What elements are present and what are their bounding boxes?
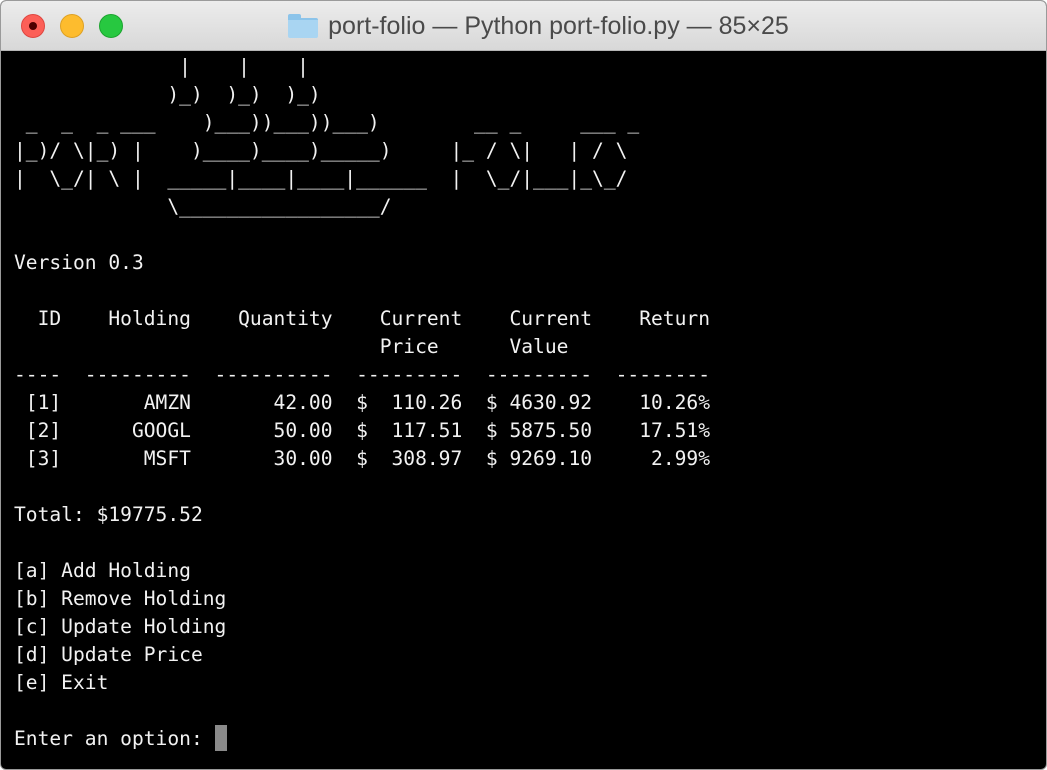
row-value: $ 4630.92 bbox=[485, 391, 593, 414]
row-return: 17.51% bbox=[615, 419, 711, 442]
window-title: port-folio — Python port-folio.py — 85×2… bbox=[328, 11, 789, 40]
banner-line: )_) )_) )_) bbox=[14, 83, 321, 106]
banner-line: \_________________/ bbox=[14, 195, 392, 218]
menu-item-exit: [e] Exit bbox=[14, 671, 109, 694]
row-price: $ 117.51 bbox=[356, 419, 463, 442]
table-header: ID Holding Quantity Current Current Retu… bbox=[14, 307, 710, 330]
terminal-output[interactable]: | | | )_) )_) )_) _ _ _ ___ )___))___))_… bbox=[14, 53, 1046, 769]
version-text: Version 0.3 bbox=[14, 251, 144, 274]
row-price: $ 110.26 bbox=[356, 391, 463, 414]
prompt-text: Enter an option: bbox=[14, 727, 215, 750]
row-return: 2.99% bbox=[615, 447, 711, 470]
table-row: [2] GOOGL 50.00 $ 117.51 $ 5875.50 17.51… bbox=[14, 417, 1046, 445]
text-cursor bbox=[214, 725, 227, 751]
row-id: [3] bbox=[14, 447, 62, 470]
folder-icon bbox=[288, 14, 319, 38]
row-value: $ 5875.50 bbox=[485, 419, 593, 442]
row-holding: MSFT bbox=[84, 447, 191, 470]
row-holding: AMZN bbox=[84, 391, 191, 414]
row-id: [2] bbox=[14, 419, 62, 442]
window-title-area: port-folio — Python port-folio.py — 85×2… bbox=[1, 1, 1046, 51]
banner-line: |_)/ \|_) | )____)____)_____) |_ / \| | … bbox=[14, 139, 628, 162]
banner-line: | \_/| \ | _____|____|____|______ | \_/|… bbox=[14, 167, 628, 190]
total-value: Total: $19775.52 bbox=[14, 503, 203, 526]
menu-item-remove-holding: [b] Remove Holding bbox=[14, 587, 227, 610]
table-separator: ---- --------- ---------- --------- ----… bbox=[14, 363, 710, 386]
table-row: [1] AMZN 42.00 $ 110.26 $ 4630.92 10.26% bbox=[14, 389, 1046, 417]
menu-item-update-price: [d] Update Price bbox=[14, 643, 203, 666]
title-bar: port-folio — Python port-folio.py — 85×2… bbox=[1, 1, 1046, 51]
row-holding: GOOGL bbox=[84, 419, 191, 442]
row-id: [1] bbox=[14, 391, 62, 414]
row-quantity: 50.00 bbox=[214, 419, 333, 442]
prompt-line[interactable]: Enter an option: bbox=[14, 725, 1046, 753]
row-price: $ 308.97 bbox=[356, 447, 463, 470]
banner-line: | | | bbox=[14, 55, 309, 78]
table-row: [3] MSFT 30.00 $ 308.97 $ 9269.10 2.99% bbox=[14, 445, 1046, 473]
row-quantity: 42.00 bbox=[214, 391, 333, 414]
banner-line: _ _ _ ___ )___))___))___) __ _ ___ _ bbox=[14, 111, 640, 134]
row-quantity: 30.00 bbox=[214, 447, 333, 470]
row-value: $ 9269.10 bbox=[485, 447, 593, 470]
menu-item-update-holding: [c] Update Holding bbox=[14, 615, 227, 638]
table-header-subline: Price Value bbox=[14, 335, 569, 358]
row-return: 10.26% bbox=[615, 391, 711, 414]
terminal-window: port-folio — Python port-folio.py — 85×2… bbox=[0, 0, 1047, 770]
menu-item-add-holding: [a] Add Holding bbox=[14, 559, 191, 582]
